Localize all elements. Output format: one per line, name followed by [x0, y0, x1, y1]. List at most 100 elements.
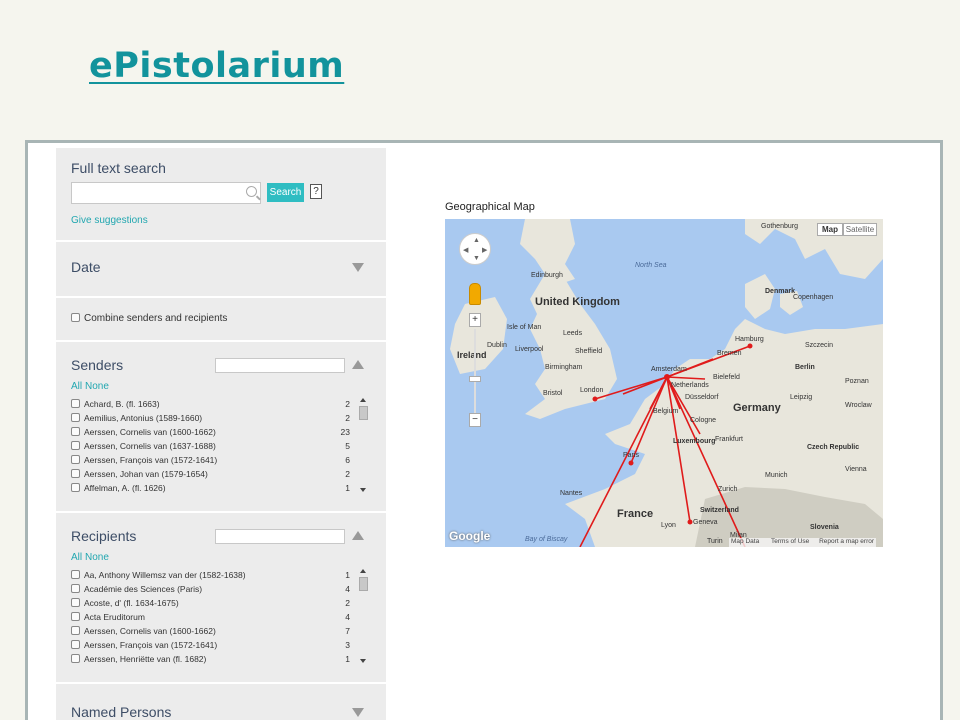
senders-scrollbar[interactable]	[357, 398, 369, 498]
search-button[interactable]: Search	[267, 183, 304, 202]
map-label: Luxembourg	[673, 438, 715, 445]
recipients-none-link[interactable]: None	[85, 552, 109, 563]
recipients-scrollbar[interactable]	[357, 569, 369, 669]
map-label: Zurich	[718, 486, 738, 493]
scroll-down-icon[interactable]	[360, 488, 366, 492]
pan-down-icon[interactable]: ▼	[473, 255, 480, 262]
checkbox-icon[interactable]	[71, 399, 80, 408]
list-item[interactable]: Aemilius, Antonius (1589-1660) 2	[71, 412, 356, 426]
main-frame: Full text search Search ? Give suggestio…	[25, 140, 943, 720]
map-label: Belgium	[653, 408, 678, 415]
recipients-all-link[interactable]: All	[71, 552, 82, 563]
checkbox-icon[interactable]	[71, 313, 80, 322]
terms-of-use-link[interactable]: Terms of Use	[771, 538, 809, 545]
map-label: Copenhagen	[793, 294, 833, 301]
report-map-error-link[interactable]: Report a map error	[819, 538, 874, 545]
list-item[interactable]: Aa, Anthony Willemsz van der (1582-1638)…	[71, 569, 356, 583]
list-item[interactable]: Aerssen, François van (1572-1641) 3	[71, 639, 356, 653]
map-label: Paris	[623, 452, 639, 459]
map-label: Berlin	[795, 364, 815, 371]
checkbox-icon[interactable]	[71, 654, 80, 663]
list-item[interactable]: Acoste, d' (fl. 1634-1675) 2	[71, 597, 356, 611]
full-text-search-input[interactable]	[71, 182, 261, 204]
chevron-down-icon[interactable]	[352, 263, 364, 272]
scroll-thumb[interactable]	[359, 406, 368, 420]
senders-none-link[interactable]: None	[85, 381, 109, 392]
map-label: Poznan	[845, 378, 869, 385]
give-suggestions-link[interactable]: Give suggestions	[71, 215, 148, 226]
map-label: Bielefeld	[713, 374, 740, 381]
date-panel[interactable]: Date	[56, 242, 386, 298]
map-label: Liverpool	[515, 346, 544, 353]
checkbox-icon[interactable]	[71, 441, 80, 450]
map-label: Amsterdam	[651, 366, 687, 373]
pan-left-icon[interactable]: ◀	[463, 246, 468, 254]
list-item[interactable]: Aerssen, François van (1572-1641) 6	[71, 454, 356, 468]
map-type-satellite-button[interactable]: Satellite	[843, 223, 877, 236]
help-button[interactable]: ?	[310, 184, 322, 199]
pan-up-icon[interactable]: ▲	[473, 237, 480, 244]
geographical-map[interactable]: Gothenburg North Sea Edinburgh Denmark C…	[445, 219, 883, 547]
combine-checkbox[interactable]: Combine senders and recipients	[71, 313, 227, 324]
chevron-down-icon[interactable]	[352, 708, 364, 717]
senders-filter-input[interactable]	[215, 358, 345, 373]
list-item[interactable]: Aerssen, Cornelis van (1600-1662) 7	[71, 625, 356, 639]
list-item[interactable]: Aerssen, Cornelis van (1600-1662) 23	[71, 426, 356, 440]
list-item[interactable]: Affelman, A. (fl. 1626) 1	[71, 482, 356, 496]
street-view-icon[interactable]	[469, 283, 481, 305]
scroll-thumb[interactable]	[359, 577, 368, 591]
checkbox-icon[interactable]	[71, 455, 80, 464]
google-logo: Google	[449, 529, 491, 543]
checkbox-icon[interactable]	[71, 469, 80, 478]
map-label: Ireland	[457, 350, 487, 360]
checkbox-icon[interactable]	[71, 626, 80, 635]
zoom-slider[interactable]	[474, 329, 476, 413]
list-item[interactable]: Acta Eruditorum 4	[71, 611, 356, 625]
zoom-out-icon[interactable]: −	[469, 413, 481, 427]
search-icon[interactable]	[246, 186, 257, 197]
map-label: Denmark	[765, 288, 795, 295]
chevron-up-icon[interactable]	[352, 360, 364, 369]
checkbox-icon[interactable]	[71, 612, 80, 621]
map-data-link[interactable]: Map Data	[731, 538, 759, 545]
filter-sidebar: Full text search Search ? Give suggestio…	[56, 148, 386, 720]
list-item[interactable]: Aerssen, Cornelis van (1637-1688) 5	[71, 440, 356, 454]
checkbox-icon[interactable]	[71, 570, 80, 579]
named-persons-heading: Named Persons	[71, 704, 172, 720]
list-item[interactable]: Achard, B. (fl. 1663) 2	[71, 398, 356, 412]
map-label: Lyon	[661, 522, 676, 529]
checkbox-icon[interactable]	[71, 640, 80, 649]
scroll-down-icon[interactable]	[360, 659, 366, 663]
map-label: London	[580, 387, 603, 394]
map-type-map-button[interactable]: Map	[817, 223, 843, 236]
checkbox-icon[interactable]	[71, 427, 80, 436]
checkbox-icon[interactable]	[71, 584, 80, 593]
scroll-up-icon[interactable]	[360, 569, 366, 573]
scroll-up-icon[interactable]	[360, 398, 366, 402]
map-label: Bremen	[717, 350, 742, 357]
map-canvas[interactable]: Gothenburg North Sea Edinburgh Denmark C…	[445, 219, 883, 547]
map-label: Nantes	[560, 490, 583, 497]
list-item[interactable]: Académie des Sciences (Paris) 4	[71, 583, 356, 597]
checkbox-icon[interactable]	[71, 598, 80, 607]
app-title-link[interactable]: ePistolarium	[89, 46, 344, 86]
recipients-list: Aa, Anthony Willemsz van der (1582-1638)…	[71, 569, 356, 669]
chevron-up-icon[interactable]	[352, 531, 364, 540]
recipients-filter-input[interactable]	[215, 529, 345, 544]
zoom-in-icon[interactable]: +	[469, 313, 481, 327]
senders-list: Achard, B. (fl. 1663) 2 Aemilius, Antoniu…	[71, 398, 356, 498]
checkbox-icon[interactable]	[71, 483, 80, 492]
named-persons-panel[interactable]: Named Persons	[56, 684, 386, 720]
pan-right-icon[interactable]: ▶	[482, 246, 487, 254]
senders-all-link[interactable]: All	[71, 381, 82, 392]
map-label: Birmingham	[545, 364, 583, 371]
map-pan-control[interactable]: ▲ ▼ ◀ ▶	[459, 233, 491, 265]
list-item[interactable]: Aerssen, Johan van (1579-1654) 2	[71, 468, 356, 482]
list-item[interactable]: Aerssen, Henriëtte van (fl. 1682) 1	[71, 653, 356, 667]
map-label: Edinburgh	[531, 272, 563, 279]
map-label: France	[617, 508, 653, 520]
map-label: Germany	[733, 402, 782, 414]
zoom-slider-handle[interactable]	[469, 376, 481, 382]
map-label: Hamburg	[735, 336, 764, 343]
checkbox-icon[interactable]	[71, 413, 80, 422]
